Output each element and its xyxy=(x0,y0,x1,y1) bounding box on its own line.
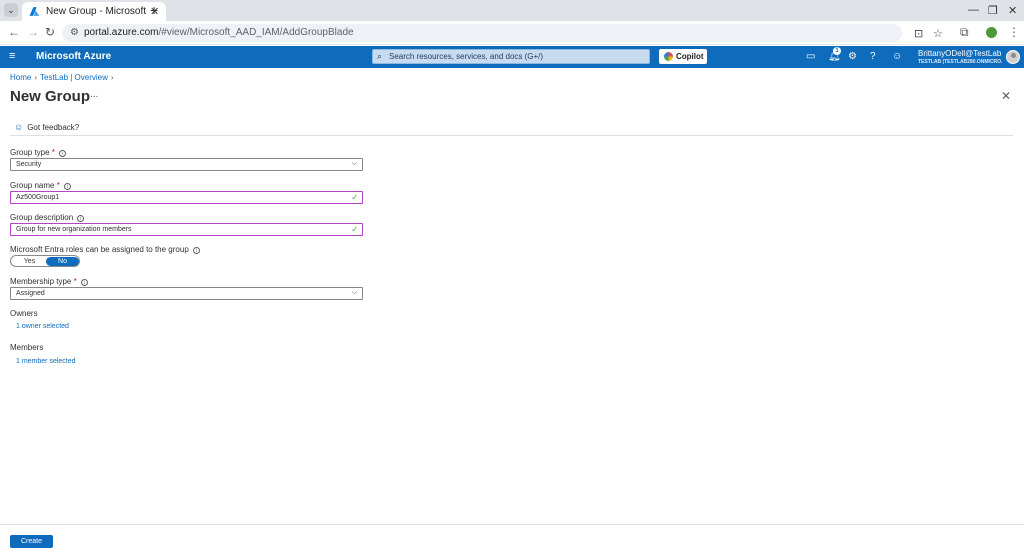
cloud-shell-icon[interactable]: ▭ xyxy=(806,51,815,62)
breadcrumb-home[interactable]: Home xyxy=(10,73,31,82)
account-name[interactable]: BrittanyODell@TestLab... xyxy=(918,49,1002,58)
install-app-icon[interactable]: ⊡ xyxy=(914,27,923,40)
group-description-input[interactable]: Group for new organization members ✓ xyxy=(10,223,363,236)
group-type-select[interactable]: Security ⌵ xyxy=(10,158,363,171)
members-label: Members xyxy=(10,343,44,352)
group-name-value: Az500Group1 xyxy=(16,194,60,201)
feedback-person-icon[interactable]: ☺ xyxy=(892,51,902,62)
minimize-icon[interactable]: — xyxy=(968,4,979,16)
help-icon[interactable]: ? xyxy=(870,51,876,62)
chevron-down-icon: ⌵ xyxy=(351,160,357,167)
members-selected-link[interactable]: 1 member selected xyxy=(16,358,76,365)
chevron-down-icon: ⌵ xyxy=(351,289,357,296)
url-text: portal.azure.com/#view/Microsoft_AAD_IAM… xyxy=(84,27,354,38)
bookmark-star-icon[interactable]: ☆ xyxy=(933,27,943,40)
azure-top-bar: ≡ Microsoft Azure ⌕ Search resources, se… xyxy=(0,46,1024,68)
copilot-label: Copilot xyxy=(676,52,704,61)
copilot-icon xyxy=(664,52,673,61)
browser-menu-icon[interactable]: ⋮ xyxy=(1008,25,1020,39)
page-title: New Group xyxy=(10,88,91,105)
tab-search-icon[interactable]: ⌄ xyxy=(4,3,18,17)
browser-tab-strip: ⌄ New Group - Microsoft A ✕ + — ❐ ✕ xyxy=(0,0,1024,21)
feedback-button[interactable]: ☺ Got feedback? xyxy=(14,122,79,132)
breadcrumb: Home › TestLab | Overview › xyxy=(10,73,117,82)
search-icon: ⌕ xyxy=(377,51,383,61)
global-search-input[interactable]: ⌕ Search resources, services, and docs (… xyxy=(372,49,650,64)
gear-icon[interactable]: ⚙ xyxy=(848,51,857,62)
checkmark-icon: ✓ xyxy=(351,225,358,234)
owners-selected-link[interactable]: 1 owner selected xyxy=(16,323,69,330)
reload-icon[interactable]: ↻ xyxy=(45,25,55,39)
address-bar[interactable]: ⚙ portal.azure.com/#view/Microsoft_AAD_I… xyxy=(62,24,943,42)
group-name-label: Group name * i xyxy=(10,181,71,190)
feedback-icon: ☺ xyxy=(14,122,24,132)
browser-tab[interactable]: New Group - Microsoft A ✕ xyxy=(22,2,166,21)
forward-icon[interactable]: → xyxy=(27,25,39,39)
chevron-right-icon: › xyxy=(34,73,38,82)
tab-title: New Group - Microsoft A xyxy=(46,6,146,17)
footer-divider xyxy=(0,524,1024,525)
close-icon[interactable]: ✕ xyxy=(1001,89,1011,103)
search-placeholder: Search resources, services, and docs (G+… xyxy=(389,52,544,61)
breadcrumb-testlab-overview[interactable]: TestLab | Overview xyxy=(40,73,108,82)
membership-type-select[interactable]: Assigned ⌵ xyxy=(10,287,363,300)
entra-roles-label: Microsoft Entra roles can be assigned to… xyxy=(10,245,200,254)
info-icon[interactable]: i xyxy=(80,279,88,286)
create-button[interactable]: Create xyxy=(10,535,53,548)
membership-type-value: Assigned xyxy=(16,290,45,297)
entra-roles-toggle[interactable]: Yes No xyxy=(10,255,80,267)
browser-toolbar: ← → ↻ ⚙ portal.azure.com/#view/Microsoft… xyxy=(0,21,1024,45)
azure-logo-icon xyxy=(29,7,40,16)
group-description-label: Group description i xyxy=(10,213,85,222)
info-icon[interactable]: i xyxy=(192,247,200,254)
new-tab-icon[interactable]: + xyxy=(150,2,158,18)
feedback-label: Got feedback? xyxy=(27,123,80,132)
toggle-no-option[interactable]: No xyxy=(46,257,79,266)
hamburger-menu-icon[interactable]: ≡ xyxy=(9,50,15,62)
profile-avatar-icon[interactable] xyxy=(986,27,997,38)
copilot-button[interactable]: Copilot xyxy=(659,49,707,64)
group-type-label: Group type * i xyxy=(10,148,66,157)
owners-label: Owners xyxy=(10,309,38,318)
group-type-value: Security xyxy=(16,161,42,168)
account-tenant: TESTLAB (TESTLAB280.ONMICRO... xyxy=(918,59,1002,65)
chevron-right-icon: › xyxy=(110,73,114,82)
divider xyxy=(10,135,1013,136)
site-info-icon[interactable]: ⚙ xyxy=(70,27,79,38)
back-icon[interactable]: ← xyxy=(8,25,20,39)
membership-type-label: Membership type * i xyxy=(10,277,88,286)
notification-badge: 1 xyxy=(833,47,841,55)
checkmark-icon: ✓ xyxy=(351,193,358,202)
extensions-icon[interactable]: ⧉ xyxy=(960,25,969,40)
maximize-icon[interactable]: ❐ xyxy=(988,4,998,17)
info-icon[interactable]: i xyxy=(63,183,71,190)
info-icon[interactable]: i xyxy=(58,150,66,157)
avatar[interactable] xyxy=(1006,50,1020,64)
group-description-value: Group for new organization members xyxy=(16,226,132,233)
group-name-input[interactable]: Az500Group1 ✓ xyxy=(10,191,363,204)
azure-brand[interactable]: Microsoft Azure xyxy=(36,51,111,62)
toggle-yes-option[interactable]: Yes xyxy=(13,257,46,266)
window-close-icon[interactable]: ✕ xyxy=(1008,4,1017,17)
info-icon[interactable]: i xyxy=(77,215,85,222)
more-options-button[interactable]: ... xyxy=(90,89,98,100)
